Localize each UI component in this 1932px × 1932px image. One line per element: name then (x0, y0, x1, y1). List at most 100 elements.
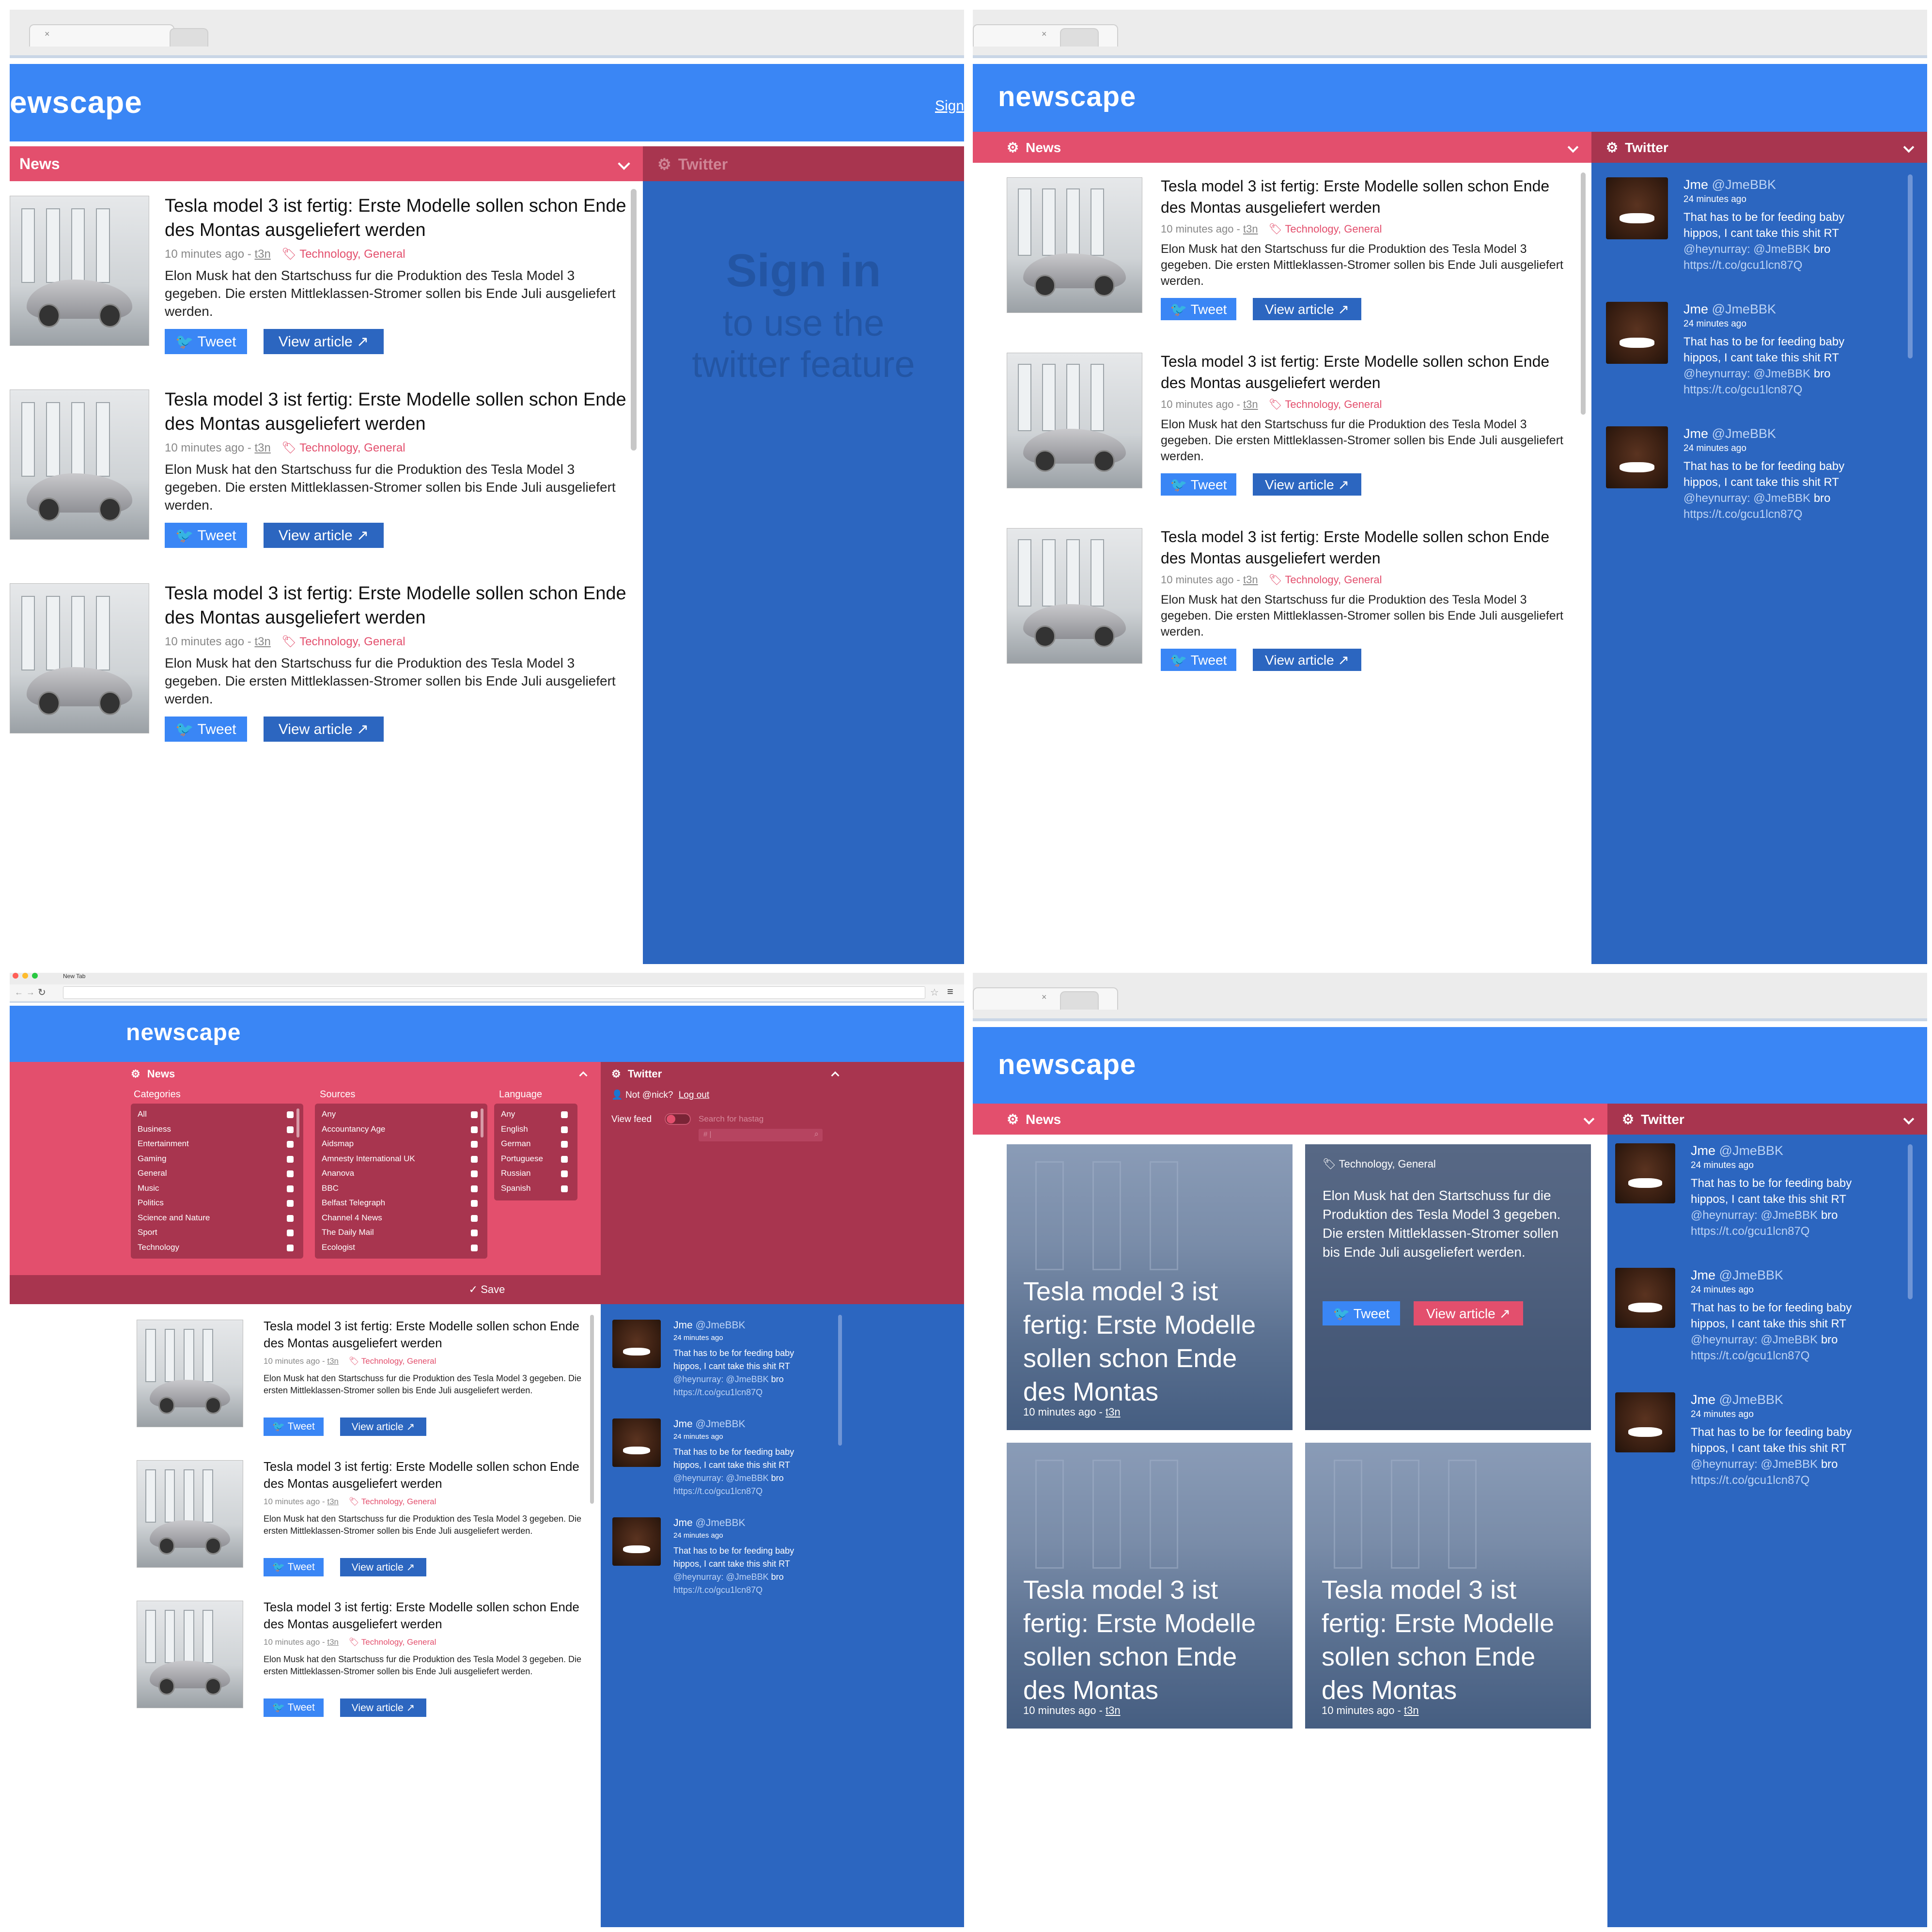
twitter-panel-header[interactable]: ⚙ Twitter (643, 146, 964, 181)
select-option[interactable]: Accountancy Age (322, 1124, 385, 1134)
tweet-link[interactable]: https://t.co/gcu1lcn87Q (1683, 383, 1802, 396)
article-tags[interactable]: Technology, General (361, 1637, 436, 1647)
article-title[interactable]: Tesla model 3 ist fertig: Erste Modelle … (1161, 526, 1573, 569)
option-checkbox[interactable] (561, 1141, 568, 1148)
article-source[interactable]: t3n (254, 635, 270, 648)
tweet-author[interactable]: Jme @JmeBBK (673, 1320, 746, 1331)
option-checkbox[interactable] (561, 1155, 568, 1163)
chevron-down-icon[interactable] (618, 157, 630, 170)
view-article-button[interactable]: View article ↗ (264, 717, 384, 742)
view-article-button[interactable]: View article ↗ (1253, 649, 1361, 671)
select-option[interactable]: Technology (138, 1243, 179, 1252)
menu-icon[interactable]: ≡ (947, 985, 953, 998)
tweet-mention[interactable]: @heynurray: @JmeBBK (1691, 1209, 1818, 1222)
option-checkbox[interactable] (287, 1126, 294, 1133)
option-checkbox[interactable] (287, 1141, 294, 1148)
tweet-author[interactable]: Jme @JmeBBK (1683, 177, 1776, 192)
app-logo[interactable]: newscape (126, 1019, 241, 1046)
sources-select[interactable]: Any Accountancy Age Aidsmap Amnesty Interna… (315, 1104, 487, 1259)
avatar[interactable] (1606, 177, 1668, 239)
tweet-mention[interactable]: @heynurray: @JmeBBK (673, 1572, 769, 1582)
option-checkbox[interactable] (561, 1170, 568, 1177)
chevron-down-icon[interactable] (1583, 1113, 1595, 1125)
select-option[interactable]: German (501, 1139, 530, 1149)
forward-icon[interactable]: → (26, 987, 35, 997)
tweet-author[interactable]: Jme @JmeBBK (1691, 1392, 1783, 1407)
avatar[interactable] (612, 1418, 661, 1467)
tweet-button[interactable]: 🐦 Tweet (264, 1698, 324, 1717)
app-logo[interactable]: ewscape (10, 84, 142, 120)
article-source[interactable]: t3n (1243, 574, 1258, 586)
minimize-window-icon[interactable] (22, 973, 28, 979)
tweet-link[interactable]: https://t.co/gcu1lcn87Q (1683, 508, 1802, 521)
article-tags[interactable]: Technology, General (1285, 223, 1382, 235)
new-tab-button[interactable] (170, 28, 208, 47)
article-title[interactable]: Tesla model 3 ist fertig: Erste Modelle … (264, 1458, 593, 1492)
tweet-mention[interactable]: @heynurray: @JmeBBK (1691, 1458, 1818, 1471)
tweet-link[interactable]: https://t.co/gcu1lcn87Q (1691, 1349, 1809, 1362)
tweet-link[interactable]: https://t.co/gcu1lcn87Q (1691, 1225, 1809, 1238)
option-checkbox[interactable] (287, 1244, 294, 1251)
article-thumbnail[interactable] (1007, 353, 1142, 488)
option-checkbox[interactable] (471, 1111, 478, 1118)
article-source[interactable]: t3n (327, 1497, 339, 1506)
select-option[interactable]: Sport (138, 1228, 157, 1237)
option-checkbox[interactable] (287, 1155, 294, 1163)
article-tags[interactable]: Technology, General (299, 441, 405, 454)
tweet-author[interactable]: Jme @JmeBBK (673, 1418, 746, 1430)
tweet-button[interactable]: 🐦 Tweet (1323, 1301, 1400, 1325)
card-title[interactable]: Tesla model 3 ist fertig: Erste Modelle … (1322, 1574, 1583, 1707)
article-thumbnail[interactable] (10, 196, 149, 346)
article-source[interactable]: t3n (327, 1637, 339, 1647)
article-title[interactable]: Tesla model 3 ist fertig: Erste Modelle … (165, 388, 630, 436)
article-tags[interactable]: Technology, General (361, 1497, 436, 1506)
avatar[interactable] (1615, 1143, 1675, 1203)
view-feed-toggle[interactable] (665, 1113, 691, 1125)
article-thumbnail[interactable] (1007, 177, 1142, 313)
select-option[interactable]: English (501, 1124, 528, 1134)
article-title[interactable]: Tesla model 3 ist fertig: Erste Modelle … (165, 581, 630, 630)
tweet-link[interactable]: https://t.co/gcu1lcn87Q (1691, 1474, 1809, 1487)
select-option[interactable]: Spanish (501, 1184, 530, 1193)
twitter-panel-header[interactable]: ⚙ Twitter (601, 1062, 964, 1086)
tab-close-icon[interactable]: × (1042, 992, 1047, 1002)
select-option[interactable]: The Daily Mail (322, 1228, 374, 1237)
tweet-mention[interactable]: @heynurray: @JmeBBK (1683, 243, 1810, 256)
select-scrollbar[interactable] (481, 1108, 483, 1137)
view-article-button[interactable]: View article ↗ (1253, 473, 1361, 496)
article-thumbnail[interactable] (10, 583, 149, 733)
star-icon[interactable]: ☆ (930, 986, 939, 998)
tweet-button[interactable]: 🐦 Tweet (1161, 649, 1236, 671)
gear-icon[interactable]: ⚙ (1622, 1111, 1634, 1127)
select-option[interactable]: Any (322, 1109, 336, 1119)
article-title[interactable]: Tesla model 3 ist fertig: Erste Modelle … (1161, 351, 1573, 393)
select-option[interactable]: Music (138, 1184, 159, 1193)
categories-select[interactable]: All Business Entertainment Gaming General Mus… (131, 1104, 303, 1259)
logout-link[interactable]: Log out (679, 1090, 709, 1100)
hashtag-search-input[interactable]: # | ⌕ (699, 1129, 823, 1141)
tweet-button[interactable]: 🐦 Tweet (1161, 473, 1236, 496)
card-source[interactable]: t3n (1404, 1704, 1419, 1716)
tweet-button[interactable]: 🐦 Tweet (1161, 298, 1236, 320)
article-card-hover[interactable]: 🏷 Technology, General Elon Musk hat den … (1305, 1144, 1591, 1430)
option-checkbox[interactable] (471, 1141, 478, 1148)
language-select[interactable]: Any English German Portuguese Russian Spanish (494, 1104, 577, 1200)
search-icon[interactable]: ⌕ (814, 1129, 819, 1139)
select-option[interactable]: Business (138, 1124, 171, 1134)
tab-close-icon[interactable]: × (1042, 29, 1047, 39)
tweet-author[interactable]: Jme @JmeBBK (1691, 1143, 1783, 1158)
article-card[interactable]: Tesla model 3 ist fertig: Erste Modelle … (1007, 1144, 1293, 1430)
select-option[interactable]: Channel 4 News (322, 1213, 382, 1223)
select-option[interactable]: Politics (138, 1198, 164, 1208)
option-checkbox[interactable] (287, 1230, 294, 1236)
select-option[interactable]: Gaming (138, 1154, 167, 1164)
news-panel-header[interactable]: ⚙ News (973, 1104, 1607, 1135)
option-checkbox[interactable] (471, 1230, 478, 1236)
view-article-button[interactable]: View article ↗ (1253, 298, 1361, 320)
select-option[interactable]: Science and Nature (138, 1213, 210, 1223)
chevron-down-icon[interactable] (1567, 141, 1579, 153)
tweet-mention[interactable]: @heynurray: @JmeBBK (1683, 492, 1810, 505)
avatar[interactable] (612, 1320, 661, 1368)
maximize-window-icon[interactable] (32, 973, 38, 979)
article-card[interactable]: Tesla model 3 ist fertig: Erste Modelle … (1305, 1443, 1591, 1729)
